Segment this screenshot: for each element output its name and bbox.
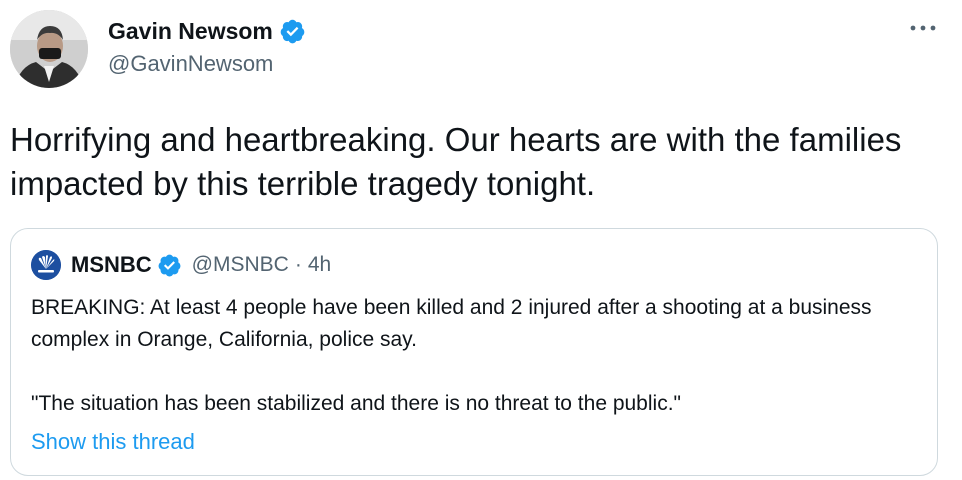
- quoted-tweet-body: BREAKING: At least 4 people have been ki…: [31, 292, 921, 420]
- more-horizontal-icon: [910, 25, 936, 31]
- show-thread-link[interactable]: Show this thread: [31, 427, 195, 457]
- quoted-tweet-header: MSNBC @MSNBC · 4h: [31, 249, 331, 281]
- more-options-button[interactable]: [906, 16, 940, 40]
- quoted-tweet-quote: "The situation has been stabilized and t…: [31, 392, 681, 415]
- verified-badge-icon: [158, 254, 181, 276]
- tweet-card: Gavin Newsom @GavinNewsom Horrifying and…: [0, 0, 962, 480]
- tweet-text: Horrifying and heartbreaking. Our hearts…: [10, 121, 902, 202]
- separator-dot: ·: [294, 253, 302, 276]
- quoted-tweet-paragraph: BREAKING: At least 4 people have been ki…: [31, 296, 872, 351]
- verified-badge-icon: [280, 19, 305, 43]
- author-avatar[interactable]: [10, 10, 88, 88]
- author-handle[interactable]: @GavinNewsom: [108, 50, 273, 78]
- msnbc-peacock-logo-icon: [31, 250, 61, 280]
- quoted-author-name[interactable]: MSNBC: [71, 252, 152, 278]
- author-name-row: Gavin Newsom: [108, 16, 306, 46]
- quoted-tweet-time[interactable]: 4h: [308, 253, 331, 277]
- msnbc-avatar[interactable]: [31, 250, 61, 280]
- quoted-tweet[interactable]: MSNBC @MSNBC · 4h BREAKING: At least 4 p…: [10, 228, 938, 476]
- quoted-author-handle[interactable]: @MSNBC: [192, 253, 289, 277]
- profile-photo-icon: [10, 10, 88, 88]
- author-name[interactable]: Gavin Newsom: [108, 16, 273, 46]
